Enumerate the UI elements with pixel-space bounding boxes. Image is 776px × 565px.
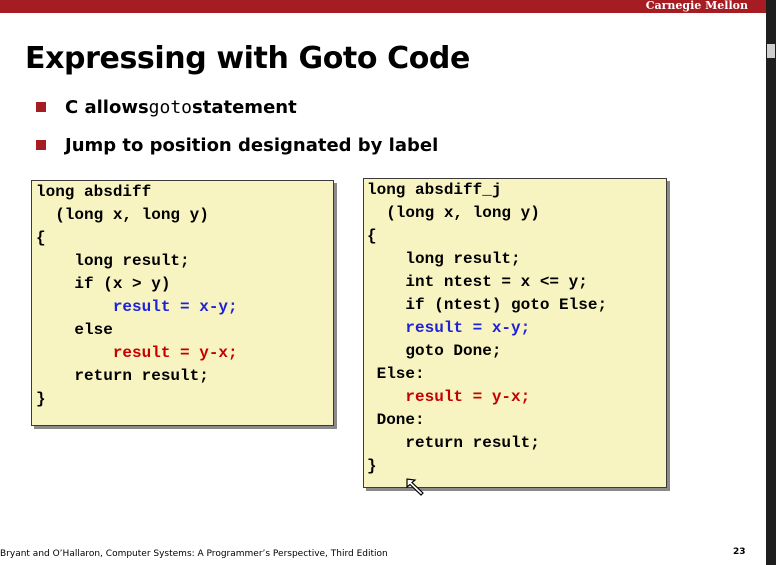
code-line: goto Done; xyxy=(367,342,502,360)
code-block: long absdiff_j (long x, long y) { long r… xyxy=(367,179,666,478)
code-line-else-branch: result = y-x; xyxy=(367,388,531,406)
slide-title: Expressing with Goto Code xyxy=(25,41,470,76)
code-line: int ntest = x <= y; xyxy=(367,273,588,291)
code-line: long result; xyxy=(367,250,521,268)
code-line-else-branch: result = y-x; xyxy=(36,344,238,362)
brand-label: Carnegie Mellon xyxy=(645,0,748,12)
mouse-cursor-icon xyxy=(406,478,424,496)
bullet-square-icon xyxy=(36,140,46,150)
header-bar: Carnegie Mellon xyxy=(0,0,776,13)
code-line: (long x, long y) xyxy=(367,204,540,222)
code-line: return result; xyxy=(367,434,540,452)
code-line: long absdiff_j xyxy=(367,181,502,199)
bullet-item: Jump to position designated by label xyxy=(36,126,438,164)
code-line-label: Else: xyxy=(367,365,425,383)
footer-citation: Bryant and O’Hallaron, Computer Systems:… xyxy=(0,549,388,559)
page-number: 23 xyxy=(733,547,746,557)
code-line: { xyxy=(367,227,377,245)
code-block: long absdiff (long x, long y) { long res… xyxy=(36,181,333,411)
code-line-then-branch: result = x-y; xyxy=(367,319,531,337)
code-line: } xyxy=(367,457,377,475)
bullet-code: goto xyxy=(148,96,193,118)
code-line-label: Done: xyxy=(367,411,425,429)
code-line: { xyxy=(36,229,46,247)
code-line: else xyxy=(36,321,113,339)
code-line-then-branch: result = x-y; xyxy=(36,298,238,316)
bullet-text-post: statement xyxy=(192,96,297,118)
scroll-thumb[interactable] xyxy=(767,44,775,58)
code-box-absdiff-j: long absdiff_j (long x, long y) { long r… xyxy=(363,178,667,488)
bullet-item: C allows goto statement xyxy=(36,88,438,126)
window-edge xyxy=(766,0,776,565)
code-line: if (x > y) xyxy=(36,275,171,293)
code-line: long result; xyxy=(36,252,190,270)
code-line: if (ntest) goto Else; xyxy=(367,296,608,314)
code-line: } xyxy=(36,390,46,408)
code-line: long absdiff xyxy=(36,183,152,201)
code-line: return result; xyxy=(36,367,209,385)
code-line: (long x, long y) xyxy=(36,206,209,224)
code-box-absdiff: long absdiff (long x, long y) { long res… xyxy=(31,180,334,426)
bullet-text-pre: C allows xyxy=(65,96,149,118)
bullet-square-icon xyxy=(36,102,46,112)
bullet-list: C allows goto statement Jump to position… xyxy=(36,88,438,164)
bullet-text-pre: Jump to position designated by label xyxy=(65,134,439,156)
